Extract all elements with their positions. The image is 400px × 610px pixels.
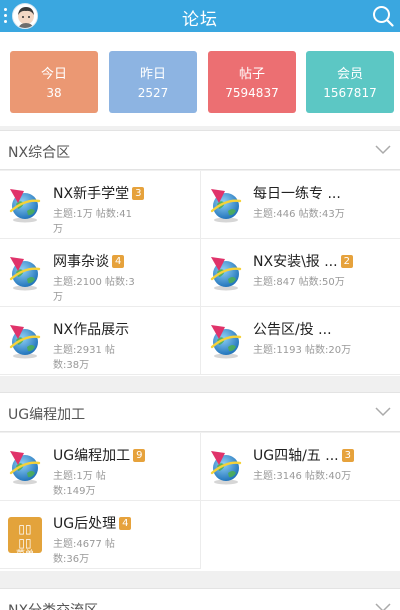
globe-icon <box>209 449 243 485</box>
forum-item[interactable]: NX新手学堂 3 主题:1万 帖数:41万 <box>0 171 200 239</box>
stat-today: 今日 38 <box>10 51 98 113</box>
page-title: 论坛 <box>182 10 218 30</box>
stats-panel: 今日 38 昨日 2527 帖子 7594837 会员 1567817 <box>0 32 400 126</box>
forum-grid-ug: UG编程加工 9 主题:1万 帖数:149万 UG四轴/五 ... 3 主题:314… <box>0 433 400 571</box>
chevron-down-icon[interactable] <box>375 603 391 610</box>
forum-stats: 主题:3146 帖数:40万 <box>253 471 352 482</box>
stat-value: 7594837 <box>225 86 279 100</box>
chevron-down-icon[interactable] <box>375 145 391 155</box>
forum-stats: 主题:1193 帖数:20万 <box>253 345 352 356</box>
new-count-badge: 4 <box>112 255 125 268</box>
section-title: UG编程加工 <box>8 407 86 423</box>
section-header-nx-category[interactable]: NX分类交流区 <box>0 588 400 610</box>
section-header-nx[interactable]: NX综合区 <box>0 130 400 170</box>
globe-icon <box>8 255 42 291</box>
new-count-badge: 4 <box>119 517 132 530</box>
forum-item[interactable]: UG四轴/五 ... 3 主题:3146 帖数:40万 <box>200 433 400 501</box>
forum-name: NX新手学堂 <box>53 186 130 202</box>
forum-item[interactable]: 每日一练专 ... 主题:446 帖数:43万 <box>200 171 400 239</box>
forum-stats: 主题:1万 帖数:41万 <box>53 209 133 235</box>
top-bar: 论坛 <box>0 0 400 32</box>
new-count-badge: 9 <box>133 449 146 462</box>
forum-name: UG编程加工 <box>53 448 131 464</box>
forum-name: UG四轴/五 ... <box>253 448 339 464</box>
forum-item[interactable]: NX作品展示 主题:2931 帖数:38万 <box>0 307 200 375</box>
globe-icon <box>209 323 243 359</box>
forum-name: NX安装\报 ... <box>253 254 338 270</box>
section-title: NX分类交流区 <box>8 600 98 610</box>
globe-icon <box>8 323 42 359</box>
stat-members: 会员 1567817 <box>306 51 394 113</box>
stat-label: 今日 <box>40 67 67 82</box>
empty-cell <box>200 501 400 569</box>
search-icon[interactable] <box>372 5 394 27</box>
globe-icon <box>209 255 243 291</box>
new-count-badge: 3 <box>341 449 354 462</box>
stat-value: 1567817 <box>323 86 377 100</box>
section-header-ug[interactable]: UG编程加工 <box>0 392 400 432</box>
forum-stats: 主题:2931 帖数:38万 <box>53 345 115 371</box>
forum-name: 公告区/投 ... <box>253 322 332 338</box>
forum-stats: 主题:2100 帖数:3万 <box>53 277 135 303</box>
forum-item[interactable]: ▯▯ ▯▯ 菜单 UG后处理 4 主题:4677 帖数:36万 <box>0 501 200 569</box>
forum-item[interactable]: 网事杂谈 4 主题:2100 帖数:3万 <box>0 239 200 307</box>
new-count-badge: 3 <box>132 187 145 200</box>
stat-label: 昨日 <box>139 67 166 82</box>
section-title: NX综合区 <box>8 145 71 161</box>
stat-label: 帖子 <box>238 67 265 82</box>
forum-name: 网事杂谈 <box>53 254 109 270</box>
forum-item[interactable]: NX安装\报 ... 2 主题:847 帖数:50万 <box>200 239 400 307</box>
globe-icon <box>8 449 42 485</box>
forum-stats: 主题:1万 帖数:149万 <box>53 471 106 497</box>
stat-yesterday: 昨日 2527 <box>109 51 197 113</box>
forum-name: UG后处理 <box>53 516 117 532</box>
forum-name: NX作品展示 <box>53 322 130 338</box>
menu-icon: ▯▯ ▯▯ 菜单 <box>8 517 42 560</box>
stat-posts: 帖子 7594837 <box>208 51 296 113</box>
stat-value: 38 <box>46 86 62 100</box>
globe-icon <box>209 187 243 223</box>
new-count-badge: 2 <box>340 255 353 268</box>
chevron-down-icon[interactable] <box>375 407 391 417</box>
forum-grid-nx: NX新手学堂 3 主题:1万 帖数:41万 每日一练专 ... 主题:446 帖数… <box>0 171 400 376</box>
forum-stats: 主题:446 帖数:43万 <box>253 209 345 220</box>
forum-stats: 主题:847 帖数:50万 <box>253 277 345 288</box>
forum-item[interactable]: UG编程加工 9 主题:1万 帖数:149万 <box>0 433 200 501</box>
forum-stats: 主题:4677 帖数:36万 <box>53 539 115 565</box>
menu-icon-label: 菜单 <box>15 550 34 560</box>
stat-label: 会员 <box>336 67 363 82</box>
forum-item[interactable]: 公告区/投 ... 主题:1193 帖数:20万 <box>200 307 400 375</box>
stat-value: 2527 <box>137 86 169 100</box>
forum-name: 每日一练专 ... <box>253 186 341 202</box>
globe-icon <box>8 187 42 223</box>
